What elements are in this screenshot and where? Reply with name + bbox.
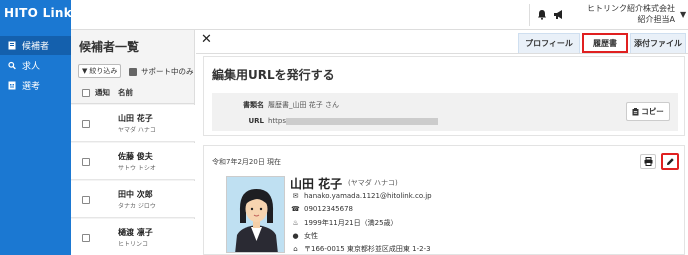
candidate-kana: タナカ ジロウ	[118, 203, 156, 210]
url-redacted	[286, 118, 438, 125]
row-checkbox[interactable]	[82, 196, 90, 204]
company-name: ヒトリンク紹介株式会社	[587, 4, 675, 13]
resume-birth-row: ♨ 1999年11月21日（満25歳）	[291, 218, 398, 228]
user-role: 紹介担当A	[637, 15, 675, 24]
list-item[interactable]: 田中 次郎 タナカ ジロウ	[71, 181, 195, 218]
document-icon	[8, 81, 16, 90]
detail-panel: ✕ プロフィール 履歴書 添付ファイル 編集用URLを発行する 書類名 履歴書_…	[196, 30, 688, 255]
candidate-kana: ヒトリンコ	[118, 241, 149, 248]
row-checkbox[interactable]	[82, 234, 90, 242]
candidate-name: 田中 次郎	[118, 190, 153, 199]
list-item[interactable]: 佐藤 俊夫 サトウ トシオ	[71, 143, 195, 180]
resume-date: 令和7年2月20日 現在	[212, 158, 282, 166]
search-icon	[8, 61, 16, 70]
nav-item-jobs[interactable]: 求人	[0, 56, 71, 75]
support-only-toggle[interactable]: サポート中のみ	[129, 66, 194, 77]
person-icon: ●	[292, 232, 299, 240]
resume-birth: 1999年11月21日（満25歳）	[304, 219, 398, 227]
bell-icon[interactable]	[537, 9, 547, 20]
edit-url-box: 書類名 履歴書_山田 花子 さん URL https:// コピー	[212, 93, 678, 131]
col-name: 名前	[118, 88, 133, 97]
candidate-list: 候補者一覧 ▼ 絞り込み サポート中のみ 通知 名前 山田 花子 ヤマダ ハナコ…	[71, 30, 195, 255]
tab-profile[interactable]: プロフィール	[518, 33, 580, 53]
edit-button[interactable]	[661, 153, 679, 170]
candidate-kana: サトウ トシオ	[118, 165, 156, 172]
print-button[interactable]	[640, 154, 656, 169]
header-divider	[529, 4, 530, 26]
nav-item-label: 候補者	[22, 42, 50, 52]
nav-item-label: 選考	[22, 82, 41, 92]
nav-item-candidates[interactable]: 候補者	[0, 36, 71, 55]
resume-card: 令和7年2月20日 現在 山田 花子 (ヤマダ ハナコ) ✉ hanako.ya…	[203, 145, 685, 255]
edit-url-heading: 編集用URLを発行する	[212, 68, 335, 82]
resume-kana: (ヤマダ ハナコ)	[348, 179, 398, 187]
candidate-kana: ヤマダ ハナコ	[118, 127, 156, 134]
cake-icon: ♨	[292, 219, 299, 227]
nav-item-selection[interactable]: 選考	[0, 76, 71, 95]
support-only-label: サポート中のみ	[141, 67, 194, 76]
copy-button[interactable]: コピー	[626, 102, 670, 121]
row-checkbox[interactable]	[82, 158, 90, 166]
row-checkbox[interactable]	[82, 120, 90, 128]
doc-name-label: 書類名	[243, 101, 264, 109]
tab-resume[interactable]: 履歴書	[582, 33, 628, 53]
resume-phone-row: ☎ 09012345678	[291, 205, 353, 213]
list-header: 通知 名前	[71, 82, 195, 104]
doc-name-value: 履歴書_山田 花子 さん	[268, 101, 339, 109]
envelope-icon: ✉	[292, 192, 299, 200]
candidate-name: 樋渡 凛子	[118, 228, 153, 237]
edit-url-card: 編集用URLを発行する 書類名 履歴書_山田 花子 さん URL https:/…	[203, 56, 685, 136]
caret-down-icon[interactable]: ▼	[680, 10, 686, 19]
home-icon: ⌂	[293, 245, 298, 253]
filter-icon: ▼	[82, 67, 88, 75]
tab-bar: プロフィール 履歴書 添付ファイル	[518, 33, 686, 53]
resume-email: hanako.yamada.1121@hitolink.co.jp	[304, 192, 432, 200]
resume-name: 山田 花子	[290, 177, 343, 191]
close-icon[interactable]: ✕	[201, 32, 212, 47]
list-item[interactable]: 山田 花子 ヤマダ ハナコ	[71, 105, 195, 142]
badge-icon	[8, 41, 16, 50]
pencil-icon	[666, 158, 674, 165]
resume-address-row: ⌂ 〒166-0015 東京都杉並区成田東 1-2-3	[291, 244, 431, 254]
list-item[interactable]: 樋渡 凛子 ヒトリンコ	[71, 219, 195, 255]
tab-attachments[interactable]: 添付ファイル	[630, 33, 686, 53]
print-icon	[644, 157, 652, 166]
filter-button[interactable]: ▼ 絞り込み	[78, 64, 122, 78]
candidate-name: 佐藤 俊夫	[118, 152, 153, 161]
side-nav: HITO Link 候補者 求人 選考	[0, 0, 72, 255]
resume-gender-row: ● 女性	[291, 231, 318, 241]
select-all-checkbox[interactable]	[82, 88, 90, 97]
col-notify: 通知	[95, 88, 110, 97]
app-logo[interactable]: HITO Link	[4, 6, 72, 20]
list-title: 候補者一覧	[79, 40, 140, 54]
clipboard-icon	[632, 107, 639, 115]
tab-divider	[196, 53, 688, 54]
top-header: ヒトリンク紹介株式会社 紹介担当A ▼	[71, 0, 688, 30]
avatar-illustration	[227, 177, 284, 252]
filter-label: 絞り込み	[89, 67, 118, 75]
support-only-checkbox[interactable]	[129, 67, 137, 76]
resume-phone: 09012345678	[304, 205, 353, 213]
candidate-name: 山田 花子	[118, 114, 153, 123]
megaphone-icon[interactable]	[553, 9, 565, 20]
resume-email-row: ✉ hanako.yamada.1121@hitolink.co.jp	[291, 192, 432, 200]
phone-icon: ☎	[291, 205, 300, 213]
resume-address: 〒166-0015 東京都杉並区成田東 1-2-3	[304, 245, 431, 253]
nav-item-label: 求人	[22, 62, 41, 72]
user-menu[interactable]: ヒトリンク紹介株式会社 紹介担当A	[573, 3, 675, 25]
candidate-photo	[226, 176, 285, 253]
resume-gender: 女性	[304, 232, 318, 240]
copy-label: コピー	[641, 107, 664, 116]
url-label: URL	[248, 117, 264, 125]
